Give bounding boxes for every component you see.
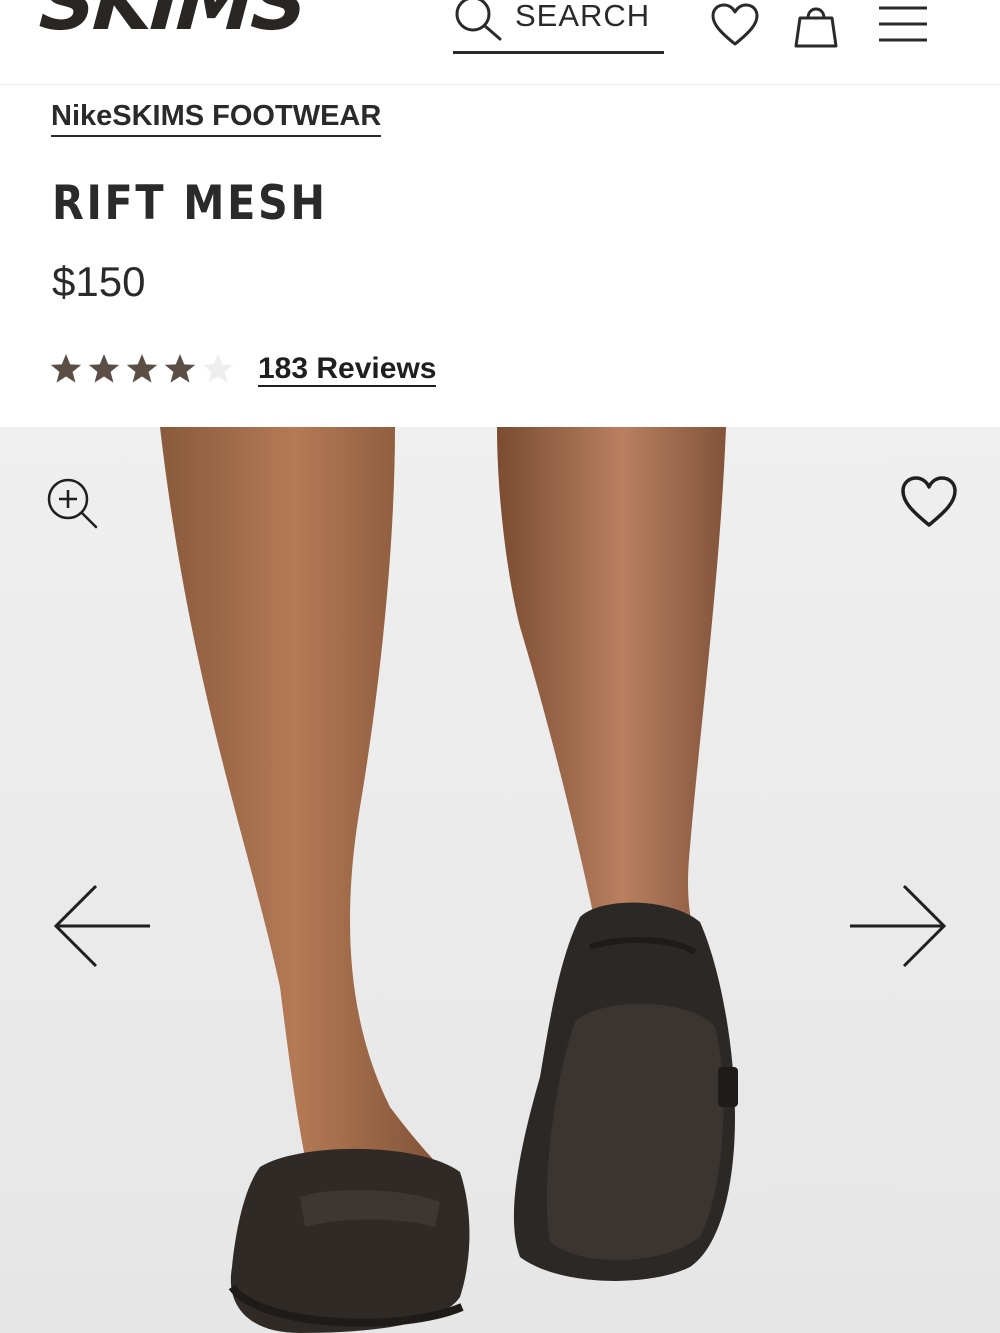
skims-logo[interactable]: SKIMS xyxy=(37,0,308,48)
product-page: SKIMS SEARCH NikeSKIMS FOOTWEAR RIFT MES… xyxy=(0,0,1000,1333)
star-icon xyxy=(88,354,120,383)
heart-icon[interactable] xyxy=(710,2,760,48)
search-bar[interactable]: SEARCH xyxy=(453,0,664,54)
arrow-right-icon[interactable] xyxy=(846,882,950,970)
star-empty-icon xyxy=(202,354,234,383)
search-icon[interactable] xyxy=(453,0,503,42)
arrow-left-icon[interactable] xyxy=(50,882,154,970)
zoom-in-icon[interactable] xyxy=(44,475,100,531)
product-title: RIFT MESH xyxy=(52,176,328,231)
star-icon xyxy=(164,354,196,383)
menu-icon[interactable] xyxy=(876,4,930,44)
star-rating[interactable] xyxy=(50,346,240,390)
star-icon xyxy=(126,354,158,383)
product-image-gallery[interactable] xyxy=(0,427,1000,1333)
product-photo xyxy=(0,427,1000,1333)
heart-icon[interactable] xyxy=(900,475,958,529)
reviews-link[interactable]: 183 Reviews xyxy=(258,352,437,387)
product-price: $150 xyxy=(52,258,146,305)
search-label[interactable]: SEARCH xyxy=(515,0,650,34)
star-icon xyxy=(50,354,82,383)
brand-link[interactable]: NikeSKIMS FOOTWEAR xyxy=(51,100,382,137)
site-header: SKIMS SEARCH xyxy=(0,0,1000,85)
shopping-bag-icon[interactable] xyxy=(791,0,841,50)
